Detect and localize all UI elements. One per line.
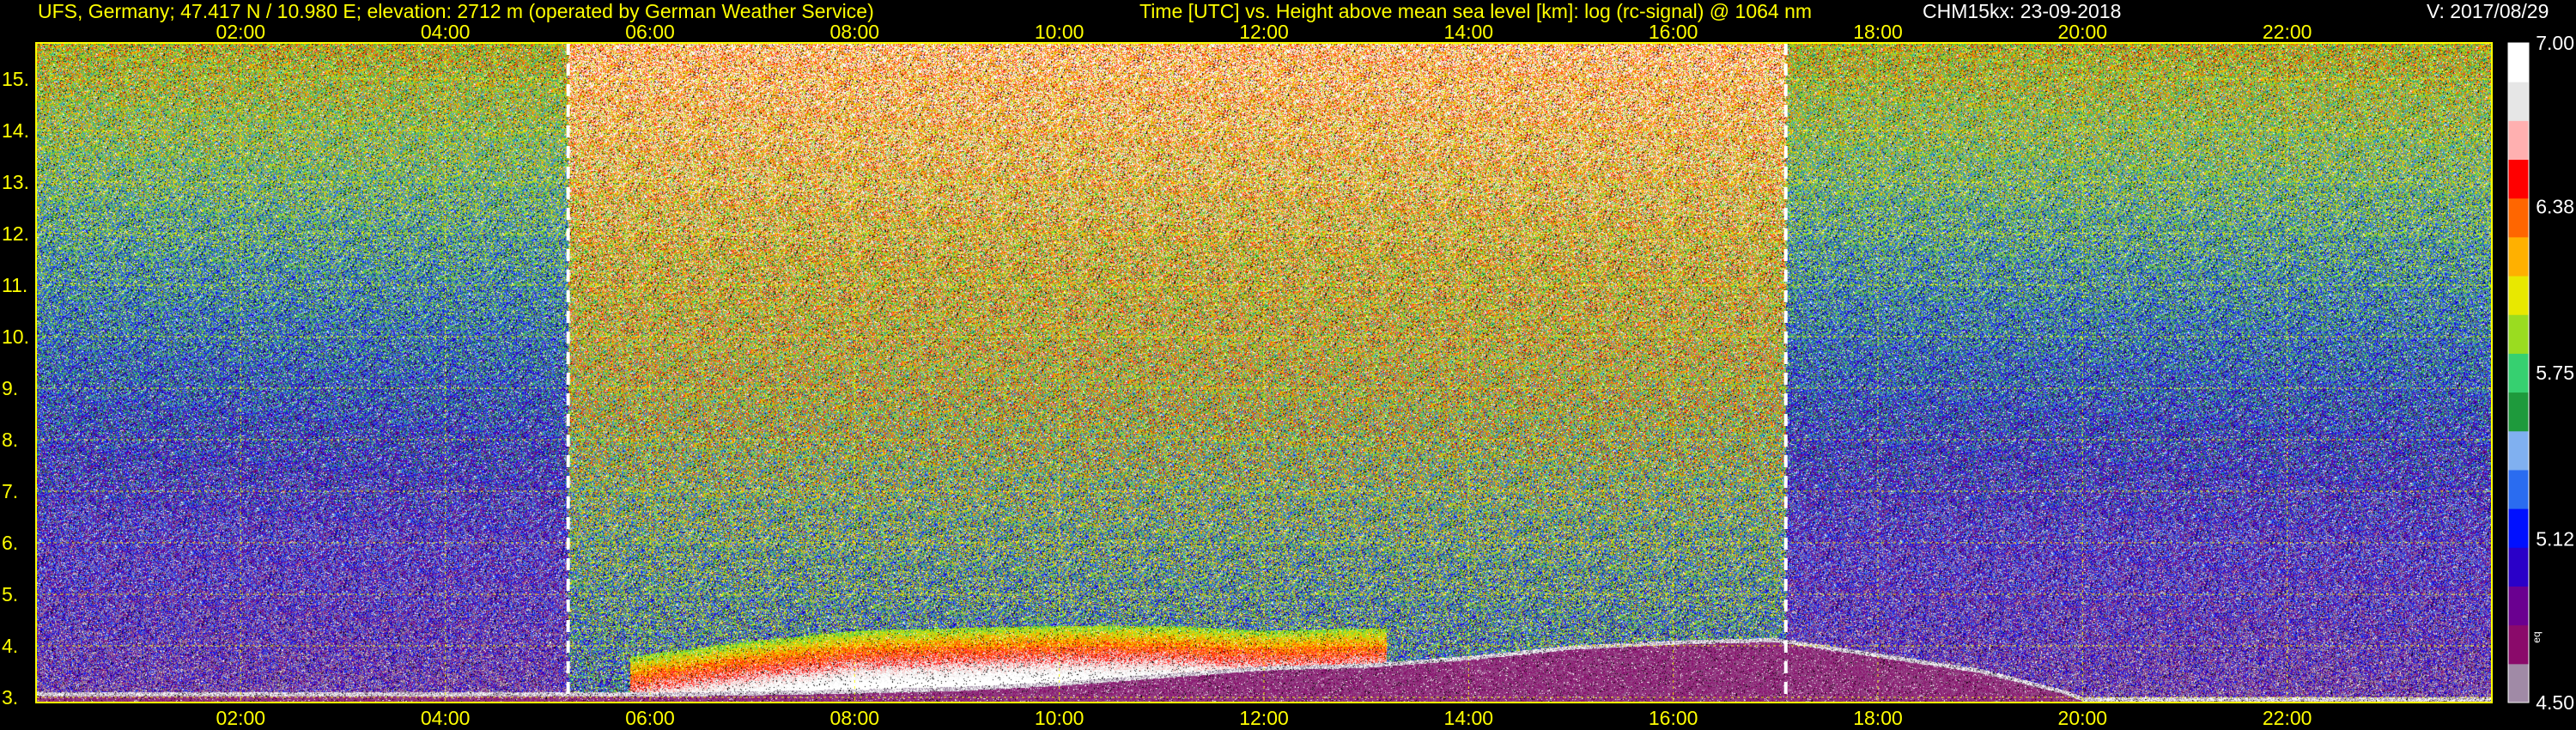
x-tick-label-bottom: 14:00 — [1444, 707, 1494, 729]
y-tick-label: 12. — [2, 222, 29, 245]
x-tick-label-top: 10:00 — [1035, 21, 1084, 43]
colorbar-segment — [2508, 430, 2529, 471]
colorbar-segment — [2508, 120, 2529, 161]
x-tick-label-bottom: 10:00 — [1035, 707, 1084, 729]
colorbar-segment — [2508, 314, 2529, 354]
colorbar-segment — [2508, 547, 2529, 587]
colorbar-segment — [2508, 236, 2529, 277]
x-tick-label-bottom: 20:00 — [2058, 707, 2108, 729]
colorbar-tick-label: 7.00 — [2536, 32, 2574, 54]
chart-overlay: 02:00 02:00 04:00 04:00 06:00 06:00 08:00 08:00… — [2, 21, 2574, 729]
x-tick-label-bottom: 16:00 — [1649, 707, 1698, 729]
x-tick-label-top: 18:00 — [1853, 21, 1903, 43]
x-tick-label-top: 22:00 — [2263, 21, 2312, 43]
y-tick-label: 11. — [2, 274, 27, 296]
colorbar-segment — [2508, 586, 2529, 626]
y-tick-label: 6. — [2, 532, 18, 554]
colorbar-segment — [2508, 392, 2529, 432]
x-tick-label-top: 20:00 — [2058, 21, 2108, 43]
y-tick-label: 14. — [2, 119, 29, 142]
x-tick-label-top: 16:00 — [1649, 21, 1698, 43]
x-tick-label-bottom: 04:00 — [421, 707, 471, 729]
colorbar-segment — [2508, 276, 2529, 315]
colorbar-segment — [2508, 43, 2529, 82]
y-tick-label: 13. — [2, 171, 29, 193]
colorbar-segment — [2508, 663, 2529, 703]
x-tick-label-top: 12:00 — [1239, 21, 1289, 43]
x-tick-label-top: 14:00 — [1444, 21, 1494, 43]
x-tick-label-bottom: 12:00 — [1239, 707, 1289, 729]
y-tick-label: 7. — [2, 480, 18, 502]
y-tick-label: 15. — [2, 68, 29, 90]
colorbar-segment — [2508, 353, 2529, 393]
x-tick-label-bottom: 02:00 — [216, 707, 266, 729]
x-tick-label-bottom: 18:00 — [1853, 707, 1903, 729]
colorbar-segment — [2508, 624, 2529, 665]
colorbar-tick-label: 5.12 — [2536, 528, 2574, 551]
x-tick-label-bottom: 06:00 — [625, 707, 675, 729]
colorbar-tick-label: 5.75 — [2536, 362, 2574, 384]
colorbar-segment — [2508, 508, 2529, 548]
colorbar-segment — [2508, 469, 2529, 509]
x-tick-label-top: 02:00 — [216, 21, 266, 43]
y-tick-label: 3. — [2, 686, 18, 709]
x-tick-label-bottom: 08:00 — [830, 707, 880, 729]
x-tick-label-top: 06:00 — [625, 21, 675, 43]
colorbar-unit-mark: eq — [2530, 631, 2543, 642]
y-tick-label: 9. — [2, 377, 18, 399]
y-tick-label: 10. — [2, 325, 29, 348]
colorbar-tick-label: 6.38 — [2536, 195, 2574, 217]
x-tick-label-bottom: 22:00 — [2263, 707, 2312, 729]
y-tick-label: 8. — [2, 429, 18, 451]
colorbar-segment — [2508, 198, 2529, 238]
y-tick-label: 5. — [2, 583, 18, 605]
colorbar-tick-label: 4.50 — [2536, 691, 2574, 714]
y-tick-label: 4. — [2, 635, 18, 657]
x-tick-label-top: 08:00 — [830, 21, 880, 43]
x-tick-label-top: 04:00 — [421, 21, 471, 43]
colorbar-segment — [2508, 82, 2529, 121]
colorbar-segment — [2508, 159, 2529, 199]
ceilometer-plot: UFS, Germany; 47.417 N / 10.980 E; eleva… — [0, 0, 2576, 730]
